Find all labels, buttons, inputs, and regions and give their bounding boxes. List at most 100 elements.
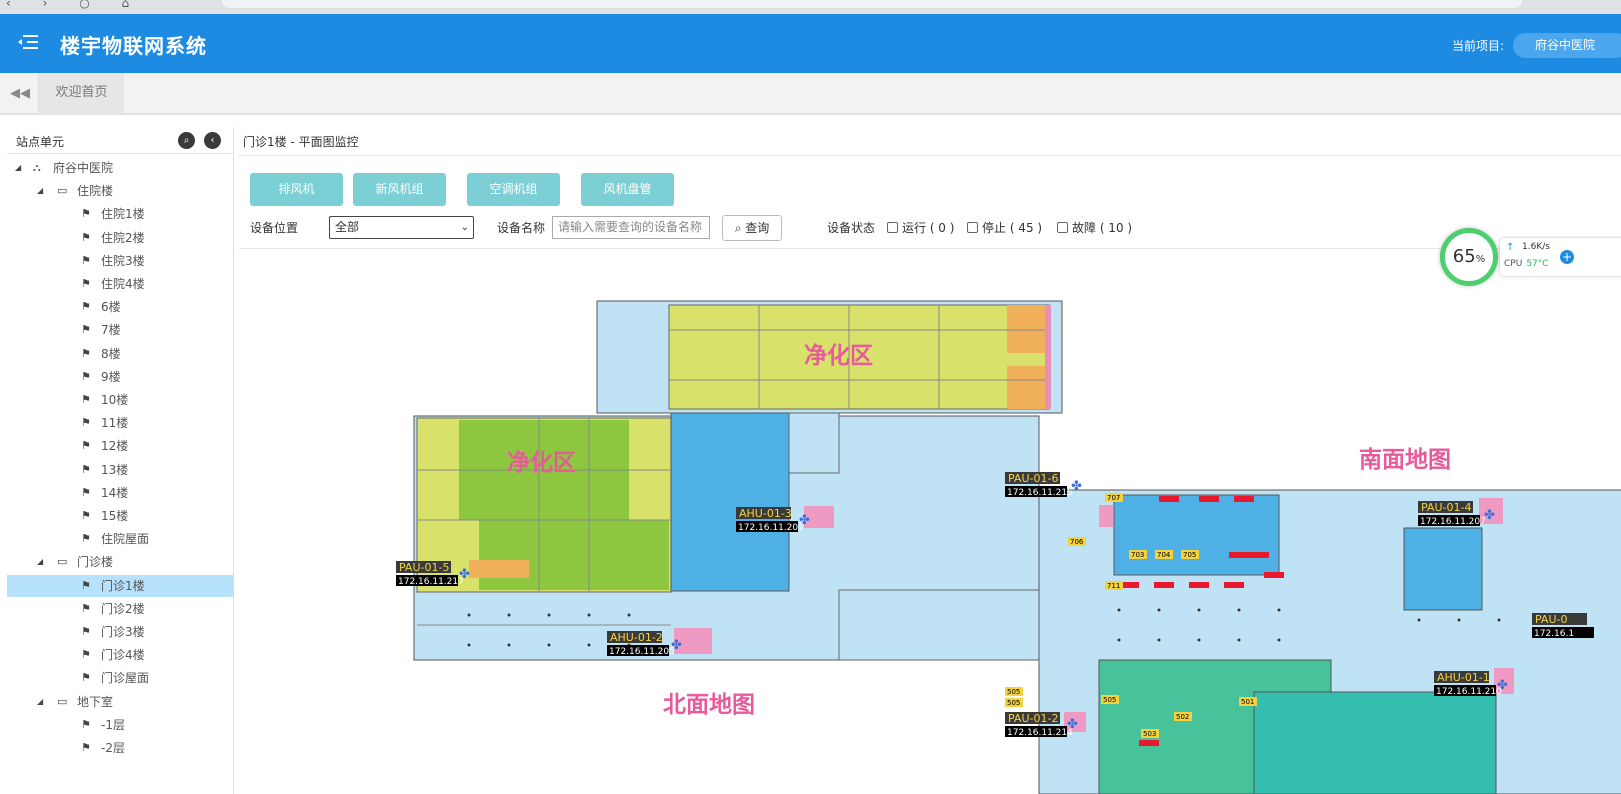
tree-item-label: 住院屋面 [101,532,150,547]
checkbox-icon [1057,222,1068,233]
device-name: AHU-01-2 [610,631,663,644]
tree-item-label: 住院1楼 [101,207,145,222]
location-select[interactable]: 全部 ⌄ [329,216,474,239]
flag-icon: ⚑ [81,346,91,360]
exhaust-fan-button[interactable]: 排风机 [250,173,343,206]
tree-item[interactable]: ⚑ 10楼 [7,389,234,411]
status-stopped-checkbox[interactable]: 停止 ( 45 ) [967,219,1042,236]
search-icon[interactable]: ⌕ [178,132,195,149]
tree-item-label: 9楼 [101,369,121,384]
tree-item-label: 门诊3楼 [101,625,145,639]
system-monitor-widget[interactable]: 65% ↑ 1.6K/s CPU 57°C + [1440,228,1621,286]
project-label: 当前项目: [1452,39,1505,53]
fan-icon[interactable]: ✤ [1497,678,1508,693]
flag-icon: ⚑ [81,578,91,592]
room-tag: 502 [1176,713,1189,721]
tree-item[interactable]: ⚑ 住院屋面 [7,528,234,550]
tab-scroll-left-icon[interactable]: ◀◀ [10,86,30,101]
device-name: PAU-0 [1535,613,1567,626]
menu-toggle-icon[interactable] [18,32,38,52]
browser-nav-icons[interactable]: ‹ › ○ ⌂ [6,0,143,10]
tree-item[interactable]: ⚑ 15楼 [7,505,234,527]
tree-item[interactable]: ⚑ 住院4楼 [7,273,234,295]
room-tag: 711 [1107,582,1120,590]
status-running-checkbox[interactable]: 运行 ( 0 ) [887,219,954,236]
tree-item-label: -2层 [101,741,125,755]
tree-item[interactable]: ⚑ 8楼 [7,343,234,365]
tree-item[interactable]: ⚑ 13楼 [7,459,234,481]
tree-item[interactable]: ⚑ 住院2楼 [7,227,234,249]
room-tag: 505 [1007,688,1020,696]
tree-item[interactable]: ⚑ 14楼 [7,482,234,504]
expand-plus-icon[interactable]: + [1560,250,1574,264]
expand-toggle-icon[interactable]: ◢ [37,180,43,202]
fan-icon[interactable]: ✤ [459,567,470,582]
orange-room [1007,305,1045,353]
floor-plan-map[interactable]: 净化区 净化区 南面地图 北面地图 PAU-01-5 172.16.11.217… [239,250,1621,794]
tree-item[interactable]: ⚑ -1层 [7,714,234,736]
filter-bar: 设备位置 全部 ⌄ 设备名称 请输入需要查询的设备名称 ⌕ 查询 设备状态 运行 … [239,209,1621,249]
top-header: 楼宇物联网系统 当前项目: 府谷中医院 [0,14,1621,73]
tab-welcome-home[interactable]: 欢迎首页 [38,73,124,113]
expand-toggle-icon[interactable]: ◢ [37,551,43,573]
fan-icon[interactable]: ✤ [1067,717,1078,732]
room-tag: 503 [1143,730,1156,738]
ahu-button[interactable]: 空调机组 [467,173,560,206]
device-name: AHU-01-1 [1437,671,1490,684]
tree-item-label: 门诊楼 [77,555,114,570]
project-selector[interactable]: 府谷中医院 [1513,33,1621,58]
device-ip: 172.16.11.215 [1007,488,1073,498]
device-name-input[interactable]: 请输入需要查询的设备名称 [552,216,710,239]
room-tag: 706 [1070,538,1084,546]
tree-item[interactable]: ◢ ⛬ 府谷中医院 [7,157,234,179]
device-ip: 172.16.1 [1534,629,1574,639]
expand-toggle-icon[interactable]: ◢ [37,691,43,713]
tree-item[interactable]: ⚑ 6楼 [7,296,234,318]
browser-address-bar[interactable] [222,0,1522,8]
room-tag: 705 [1183,551,1196,559]
device-name: PAU-01-5 [399,561,449,574]
flag-icon: ⚑ [81,253,91,267]
fan-icon[interactable]: ✤ [1071,479,1082,494]
fan-coil-button[interactable]: 风机盘管 [581,173,674,206]
fresh-air-unit-button[interactable]: 新风机组 [353,173,446,206]
tree-item[interactable]: ⚑ 12楼 [7,435,234,457]
expand-toggle-icon[interactable]: ◢ [15,157,21,179]
tree-item[interactable]: ⚑ 门诊2楼 [7,598,234,620]
orange-room [469,560,529,578]
tree-item[interactable]: ⚑ 11楼 [7,412,234,434]
query-button[interactable]: ⌕ 查询 [722,215,782,241]
net-speed: 1.6K/s [1522,242,1550,252]
tree-item[interactable]: ⚑ 门诊4楼 [7,644,234,666]
checkbox-icon [967,222,978,233]
tree-item[interactable]: ◢ ▭ 门诊楼 [7,551,234,573]
tree-item[interactable]: ◢ ▭ 住院楼 [7,180,234,202]
tree-item[interactable]: ⚑ 门诊1楼 [7,574,234,597]
collapse-panel-icon[interactable]: ‹ [204,132,221,149]
tree-item[interactable]: ⚑ 9楼 [7,366,234,388]
fan-icon[interactable]: ✤ [1484,508,1495,523]
tree-item[interactable]: ⚑ -2层 [7,737,234,759]
flag-icon: ⚑ [81,277,91,290]
tree-item-label: 7楼 [101,323,121,338]
status-fault-checkbox[interactable]: 故障 ( 10 ) [1057,219,1132,236]
tree-item-label: 11楼 [101,416,129,431]
flag-icon: ⚑ [81,717,91,731]
flag-icon: ⚑ [81,416,91,430]
memory-gauge[interactable]: 65% [1440,228,1498,286]
tree-item[interactable]: ◢ ▭ 地下室 [7,691,234,713]
fan-icon[interactable]: ✤ [799,513,810,528]
gauge-percent: 65 [1452,246,1476,267]
browser-chrome: ‹ › ○ ⌂ [0,0,1621,14]
tree-item[interactable]: ⚑ 7楼 [7,319,234,341]
site-tree-panel: 站点单元 ⌕ ‹ ◢ ⛬ 府谷中医院 ◢ ▭ 住院楼 ⚑ 住院1楼 ⚑ 住院2楼 ⚑ 住院3楼 ⚑ 住院4… [7,127,234,794]
fan-icon[interactable]: ✤ [671,638,682,653]
device-ip: 172.16.11.214 [1007,728,1073,738]
tree-item[interactable]: ⚑ 门诊屋面 [7,667,234,689]
device-name: AHU-01-3 [739,507,792,520]
tree-item[interactable]: ⚑ 门诊3楼 [7,621,234,643]
tree-item[interactable]: ⚑ 住院3楼 [7,250,234,272]
tree-item-label: 门诊屋面 [101,671,150,686]
location-label: 设备位置 [250,221,299,235]
tree-item[interactable]: ⚑ 住院1楼 [7,203,234,225]
